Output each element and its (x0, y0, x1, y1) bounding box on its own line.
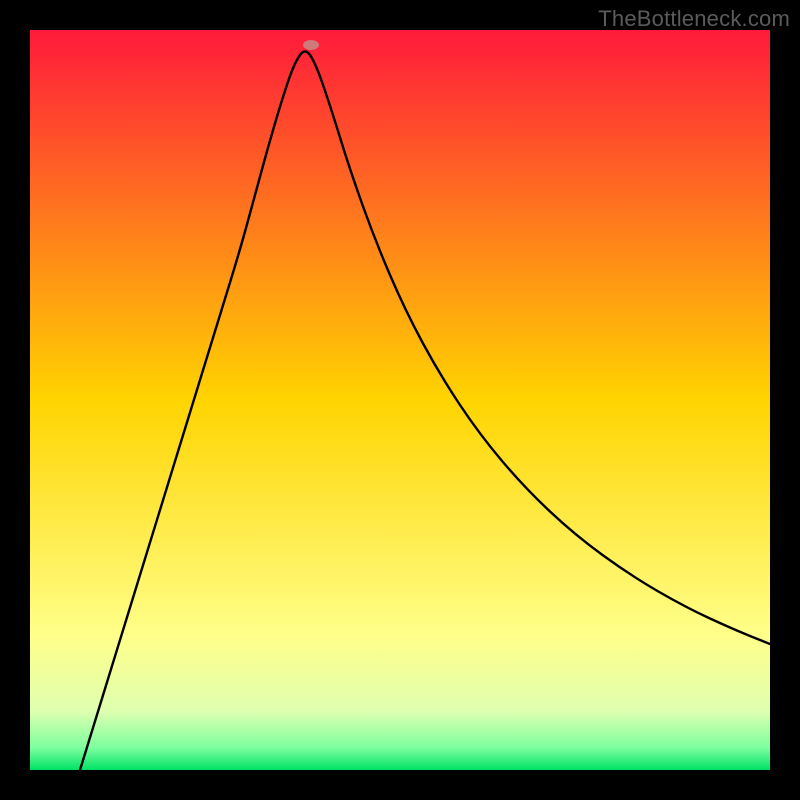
chart-background (30, 30, 770, 770)
bottleneck-point-marker (303, 40, 319, 50)
plot-area (30, 30, 770, 770)
chart-svg (30, 30, 770, 770)
chart-container: TheBottleneck.com (0, 0, 800, 800)
watermark-text: TheBottleneck.com (598, 6, 790, 32)
